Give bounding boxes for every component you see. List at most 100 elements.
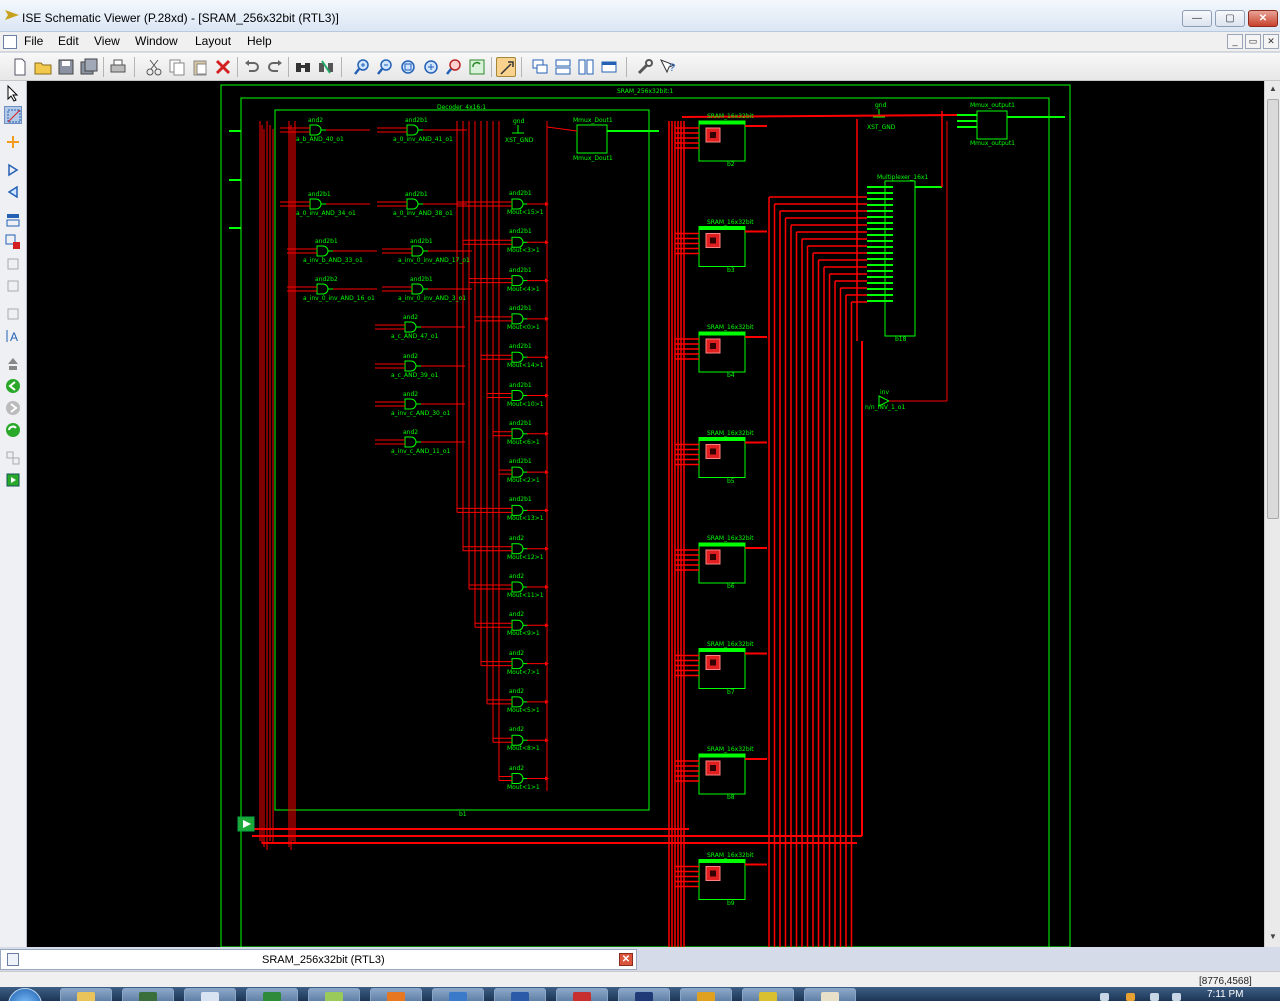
- new-icon[interactable]: [10, 57, 30, 77]
- menu-layout[interactable]: Layout: [195, 34, 231, 48]
- menu-view[interactable]: View: [94, 34, 120, 48]
- document-icon[interactable]: [3, 35, 17, 49]
- taskbar-excel-button[interactable]: [246, 988, 298, 1001]
- scroll-down-arrow-icon[interactable]: ▼: [1267, 932, 1279, 944]
- close-button[interactable]: ✕: [1248, 10, 1278, 27]
- tray-icon[interactable]: [1150, 993, 1159, 1001]
- find-replace-icon[interactable]: [316, 57, 336, 77]
- zoom-selected-icon[interactable]: [444, 57, 464, 77]
- menu-window[interactable]: Window: [135, 34, 178, 48]
- zoom-fit-icon[interactable]: [421, 57, 441, 77]
- sram-instance-core: [710, 343, 716, 349]
- push-icon[interactable]: [4, 355, 22, 373]
- vertical-scrollbar[interactable]: ▲ ▼: [1264, 81, 1280, 947]
- find-icon[interactable]: [293, 57, 313, 77]
- toggle-icon[interactable]: [4, 449, 22, 467]
- run-icon[interactable]: [4, 471, 22, 489]
- tray-icon[interactable]: [1172, 993, 1181, 1001]
- print-icon[interactable]: [108, 57, 128, 77]
- copy-icon[interactable]: [167, 57, 187, 77]
- menu-help[interactable]: Help: [247, 34, 272, 48]
- forward-icon[interactable]: [4, 161, 22, 179]
- back-icon[interactable]: [4, 183, 22, 201]
- taskbar-app-button[interactable]: [370, 988, 422, 1001]
- taskbar-explorer-button[interactable]: [60, 988, 112, 1001]
- tile-horizontal-icon[interactable]: [553, 57, 573, 77]
- save-all-icon[interactable]: [79, 57, 99, 77]
- gate-output-label: Mout<2>1: [507, 477, 540, 485]
- zoom-full-icon[interactable]: [398, 57, 418, 77]
- taskbar-clock: 7:11 PM: [1207, 989, 1244, 1000]
- title-bar: ISE Schematic Viewer (P.28xd) - [SRAM_25…: [0, 0, 1280, 32]
- zoom-in-icon[interactable]: [352, 57, 372, 77]
- gate-type-label: and2: [509, 726, 525, 734]
- minimize-button[interactable]: —: [1182, 10, 1212, 27]
- tray-icon[interactable]: [1126, 993, 1135, 1001]
- close-tab-button[interactable]: ✕: [619, 953, 633, 966]
- mdi-restore-button[interactable]: ▭: [1245, 34, 1261, 49]
- sram-instance-core: [710, 132, 716, 138]
- open-icon[interactable]: [33, 57, 53, 77]
- tray-icon[interactable]: [1100, 993, 1109, 1001]
- and-gate: [511, 504, 524, 516]
- gate-output-label: Mout<0>1: [507, 323, 540, 331]
- mdi-minimize-button[interactable]: _: [1227, 34, 1243, 49]
- mark-icon[interactable]: [4, 233, 22, 251]
- taskbar-browser-button[interactable]: [680, 988, 732, 1001]
- taskbar-messenger-button[interactable]: [432, 988, 484, 1001]
- select-icon[interactable]: [4, 84, 22, 102]
- refresh-icon[interactable]: [467, 57, 487, 77]
- properties-icon[interactable]: [635, 57, 655, 77]
- menu-file[interactable]: File: [24, 34, 43, 48]
- undo-icon[interactable]: [242, 57, 262, 77]
- svg-text:?: ?: [669, 62, 675, 74]
- taskbar-xilinx-button[interactable]: [742, 988, 794, 1001]
- scroll-thumb[interactable]: [1267, 99, 1279, 519]
- cascade-icon[interactable]: [530, 57, 550, 77]
- context-help-icon[interactable]: ?: [658, 57, 678, 77]
- blank3-icon[interactable]: [4, 305, 22, 323]
- menu-edit[interactable]: Edit: [58, 34, 79, 48]
- inverter-label: inv: [880, 389, 890, 396]
- delete-icon[interactable]: [213, 57, 233, 77]
- blank2-icon[interactable]: [4, 277, 22, 295]
- taskbar-window-button[interactable]: [184, 988, 236, 1001]
- and-gate: [316, 245, 329, 257]
- taskbar-folder-button[interactable]: [308, 988, 360, 1001]
- gate-output-label: Mout<6>1: [507, 438, 540, 446]
- text-icon[interactable]: A: [4, 327, 22, 345]
- schematic-canvas[interactable]: SRAM_256x32bit:1 Decoder_4x16:1 b1 and2 a_b_…: [27, 81, 1264, 947]
- refresh-view-icon[interactable]: [4, 421, 22, 439]
- gate-output-label: Mout<9>1: [507, 630, 540, 638]
- taskbar-tool-button[interactable]: [556, 988, 608, 1001]
- and-gate: [511, 773, 524, 784]
- go-back-icon[interactable]: [4, 377, 22, 395]
- scroll-up-arrow-icon[interactable]: ▲: [1267, 84, 1279, 96]
- taskbar-word-button[interactable]: [494, 988, 546, 1001]
- gate-name-label: a_b_AND_40_o1: [296, 136, 344, 143]
- start-button[interactable]: [8, 988, 42, 1001]
- sram-block-label: SRAM_16x32bit: [707, 746, 754, 753]
- schematic-doc-icon: [7, 953, 19, 966]
- blank-icon[interactable]: [4, 255, 22, 273]
- save-icon[interactable]: [56, 57, 76, 77]
- hierarchy-icon[interactable]: [4, 211, 22, 229]
- taskbar-monitor-button[interactable]: [618, 988, 670, 1001]
- zoom-out-icon[interactable]: [375, 57, 395, 77]
- gate-type-label: and2: [509, 764, 525, 772]
- taskbar-ise-button[interactable]: [122, 988, 174, 1001]
- document-tab[interactable]: SRAM_256x32bit (RTL3) ✕: [0, 949, 637, 970]
- mdi-close-button[interactable]: ✕: [1263, 34, 1279, 49]
- zoom-area-icon[interactable]: [4, 106, 22, 124]
- arrange-icon[interactable]: [599, 57, 619, 77]
- paste-icon[interactable]: [190, 57, 210, 77]
- tile-vertical-icon[interactable]: [576, 57, 596, 77]
- cut-icon[interactable]: [144, 57, 164, 77]
- pan-icon[interactable]: [496, 57, 516, 77]
- go-forward-icon[interactable]: [4, 399, 22, 417]
- gate-type-label: and2: [509, 687, 525, 695]
- taskbar-paint-button[interactable]: [804, 988, 856, 1001]
- maximize-button[interactable]: ▢: [1215, 10, 1245, 27]
- redo-icon[interactable]: [265, 57, 285, 77]
- add-wire-icon[interactable]: [4, 133, 22, 151]
